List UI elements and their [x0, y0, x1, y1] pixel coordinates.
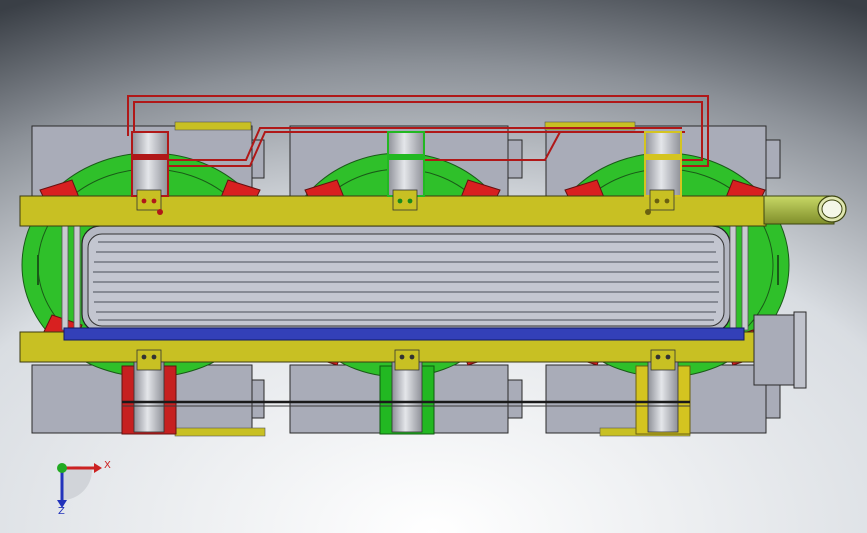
cad-drawing: X Z: [0, 0, 867, 533]
z-axis-label: Z: [58, 506, 65, 517]
x-axis-label: X: [104, 460, 111, 471]
blue-bus-bar: [63, 327, 745, 341]
terminal-box: [753, 311, 807, 389]
central-drum: [81, 225, 731, 333]
cad-viewport[interactable]: X Z: [0, 0, 867, 533]
right-tube: [763, 195, 847, 225]
